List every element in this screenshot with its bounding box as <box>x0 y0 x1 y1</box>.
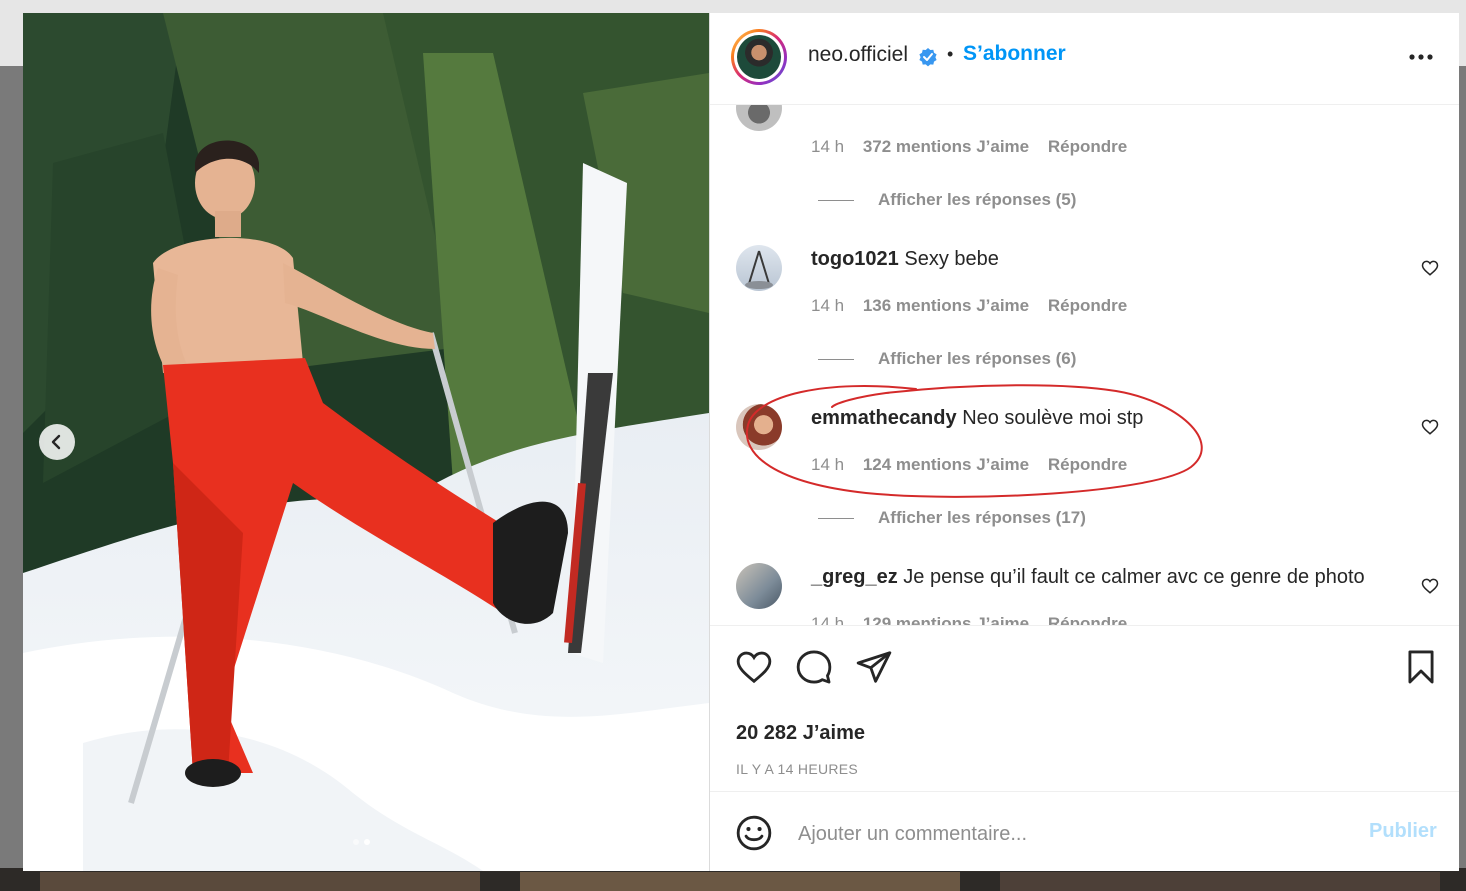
header-separator: • <box>947 44 954 64</box>
comment-like-heart-icon[interactable] <box>1421 259 1439 277</box>
comment-likes[interactable]: 129 mentions J’aime <box>863 614 1029 625</box>
view-replies-label: Afficher les réponses (17) <box>878 508 1086 527</box>
reply-link[interactable]: Répondre <box>1048 137 1127 156</box>
comment-meta: 14 h 372 mentions J’aime Répondre <box>811 137 1141 157</box>
commenter-avatar[interactable] <box>736 105 782 131</box>
comments-list[interactable]: 14 h 372 mentions J’aime Répondre Affich… <box>710 105 1459 625</box>
annotation-circle <box>745 384 1203 498</box>
author-username[interactable]: neo.officiel <box>808 43 908 67</box>
background-thumbnail <box>40 872 480 891</box>
comment-meta: 14 h 136 mentions J’aime Répondre <box>811 296 1141 316</box>
likes-count[interactable]: 20 282 J’aime <box>736 722 865 745</box>
post-photo <box>23 13 709 871</box>
share-paper-plane-icon[interactable] <box>855 648 893 686</box>
reply-link[interactable]: Répondre <box>1048 614 1127 625</box>
post-side-panel: neo.officiel • S’abonner 14 h 372 mentio… <box>709 13 1459 871</box>
comment-text: _greg_ez Je pense qu’il fault ce calmer … <box>811 566 1365 589</box>
avatar-image <box>745 250 773 289</box>
more-options-icon[interactable] <box>1404 47 1438 67</box>
follow-button[interactable]: S’abonner <box>963 42 1066 66</box>
post-header: neo.officiel • S’abonner <box>710 13 1459 105</box>
comment-meta: 14 h 129 mentions J’aime Répondre <box>811 614 1141 625</box>
post-modal: neo.officiel • S’abonner 14 h 372 mentio… <box>23 13 1459 871</box>
post-timestamp[interactable]: IL Y A 14 HEURES <box>736 761 858 777</box>
view-replies-toggle[interactable]: Afficher les réponses (17) <box>818 507 1086 529</box>
comment-likes[interactable]: 372 mentions J’aime <box>863 137 1029 156</box>
commenter-username[interactable]: togo1021 <box>811 248 899 270</box>
comment-bubble-icon[interactable] <box>795 648 833 686</box>
comment-like-heart-icon[interactable] <box>1421 577 1439 595</box>
view-replies-toggle[interactable]: Afficher les réponses (6) <box>818 348 1076 370</box>
background-thumbnail <box>1000 872 1440 891</box>
carousel-previous-button[interactable] <box>39 424 75 460</box>
reply-link[interactable]: Répondre <box>1048 296 1127 315</box>
comment-body: Sexy bebe <box>904 248 999 270</box>
comment-body: Je pense qu’il fault ce calmer avc ce ge… <box>903 566 1365 588</box>
save-bookmark-icon[interactable] <box>1402 648 1440 686</box>
view-replies-label: Afficher les réponses (6) <box>878 349 1077 368</box>
background-thumbnail <box>520 872 960 891</box>
carousel-dot-active <box>364 839 370 845</box>
comment-input[interactable] <box>796 816 1360 852</box>
verified-badge-icon <box>919 48 937 67</box>
comment-like-heart-icon[interactable] <box>1421 418 1439 436</box>
comment-time: 14 h <box>811 614 845 625</box>
view-replies-toggle[interactable]: Afficher les réponses (5) <box>818 189 1076 211</box>
carousel-dot <box>353 839 359 845</box>
commenter-avatar[interactable] <box>736 245 782 291</box>
like-heart-icon[interactable] <box>735 648 773 686</box>
comment-time: 14 h <box>811 137 845 156</box>
view-replies-label: Afficher les réponses (5) <box>878 190 1077 209</box>
comment-composer: Publier <box>710 791 1459 871</box>
publish-button[interactable]: Publier <box>1369 820 1437 843</box>
post-actions: 20 282 J’aime IL Y A 14 HEURES <box>710 625 1459 816</box>
commenter-avatar[interactable] <box>736 563 782 609</box>
commenter-username[interactable]: _greg_ez <box>811 566 898 588</box>
comment-time: 14 h <box>811 296 845 315</box>
author-avatar[interactable] <box>731 29 787 85</box>
comment-likes[interactable]: 136 mentions J’aime <box>863 296 1029 315</box>
carousel-indicator <box>353 839 370 845</box>
carousel-previous-icon <box>51 434 61 450</box>
post-photo-illustration <box>23 13 709 871</box>
emoji-smiley-icon[interactable] <box>735 814 773 852</box>
comment-text: togo1021 Sexy bebe <box>811 248 999 271</box>
